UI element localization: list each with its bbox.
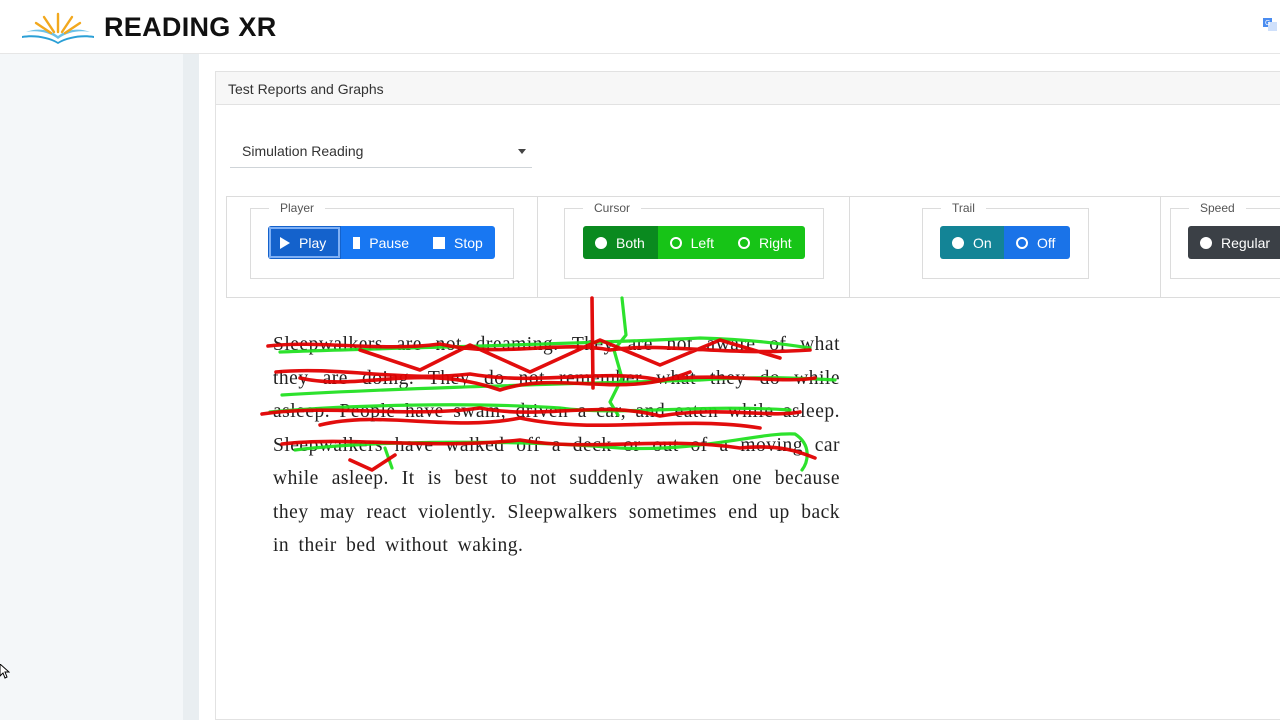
play-icon (280, 236, 290, 249)
divider (537, 197, 538, 297)
report-type-select[interactable]: Simulation Reading (230, 138, 532, 168)
speed-regular-label: Regular (1221, 234, 1271, 251)
radio-selected-icon (952, 236, 964, 249)
pause-label: Pause (369, 234, 409, 251)
speed-group: Speed Regular (1170, 201, 1280, 279)
speed-buttons: Regular (1188, 226, 1280, 259)
brand-name: READING XR (104, 12, 277, 42)
trail-off-button[interactable]: Off (1004, 226, 1070, 259)
stop-button[interactable]: Stop (421, 226, 495, 259)
top-bar: READING XR G (0, 0, 1280, 54)
radio-unselected-icon (670, 236, 682, 249)
cursor-right-button[interactable]: Right (726, 226, 805, 259)
trail-legend: Trail (941, 201, 986, 215)
translate-icon[interactable]: G (1263, 17, 1277, 31)
radio-selected-icon (1200, 236, 1212, 249)
mouse-pointer-icon (0, 664, 10, 679)
player-buttons: Play Pause Stop (268, 226, 495, 259)
caret-down-icon (518, 149, 526, 154)
select-value: Simulation Reading (242, 143, 364, 159)
speed-legend: Speed (1189, 201, 1246, 215)
trail-off-label: Off (1037, 234, 1056, 251)
pause-icon (353, 236, 361, 249)
player-group: Player Play Pause Stop (250, 201, 514, 279)
reading-passage: Sleepwalkers are not dreaming. They are … (273, 334, 840, 556)
divider (849, 197, 850, 297)
open-book-logo-icon (22, 12, 94, 44)
play-button[interactable]: Play (268, 226, 341, 259)
play-label: Play (299, 234, 327, 251)
cursor-right-label: Right (759, 234, 792, 251)
radio-selected-icon (595, 236, 607, 249)
pause-button[interactable]: Pause (341, 226, 421, 259)
stop-label: Stop (454, 234, 483, 251)
divider (1160, 197, 1161, 297)
cursor-legend: Cursor (583, 201, 642, 215)
controls-panel: Player Play Pause Stop Cursor Both Left … (226, 196, 1280, 298)
sidebar (0, 54, 183, 720)
sidebar-scroll-track[interactable] (183, 54, 199, 720)
card-title: Test Reports and Graphs (228, 81, 384, 97)
cursor-left-label: Left (690, 234, 714, 251)
trail-group: Trail On Off (922, 201, 1089, 279)
cursor-left-button[interactable]: Left (658, 226, 726, 259)
cursor-both-button[interactable]: Both (583, 226, 658, 259)
speed-regular-button[interactable]: Regular (1188, 226, 1280, 259)
trail-buttons: On Off (940, 226, 1070, 259)
radio-unselected-icon (1016, 236, 1028, 249)
card-header: Test Reports and Graphs (216, 72, 1280, 105)
svg-text:G: G (1265, 20, 1270, 27)
trail-on-button[interactable]: On (940, 226, 1004, 259)
radio-unselected-icon (738, 236, 750, 249)
cursor-buttons: Both Left Right (583, 226, 805, 259)
cursor-group: Cursor Both Left Right (564, 201, 824, 279)
stop-icon (433, 236, 445, 249)
player-legend: Player (269, 201, 326, 215)
cursor-both-label: Both (616, 234, 645, 251)
trail-on-label: On (973, 234, 992, 251)
